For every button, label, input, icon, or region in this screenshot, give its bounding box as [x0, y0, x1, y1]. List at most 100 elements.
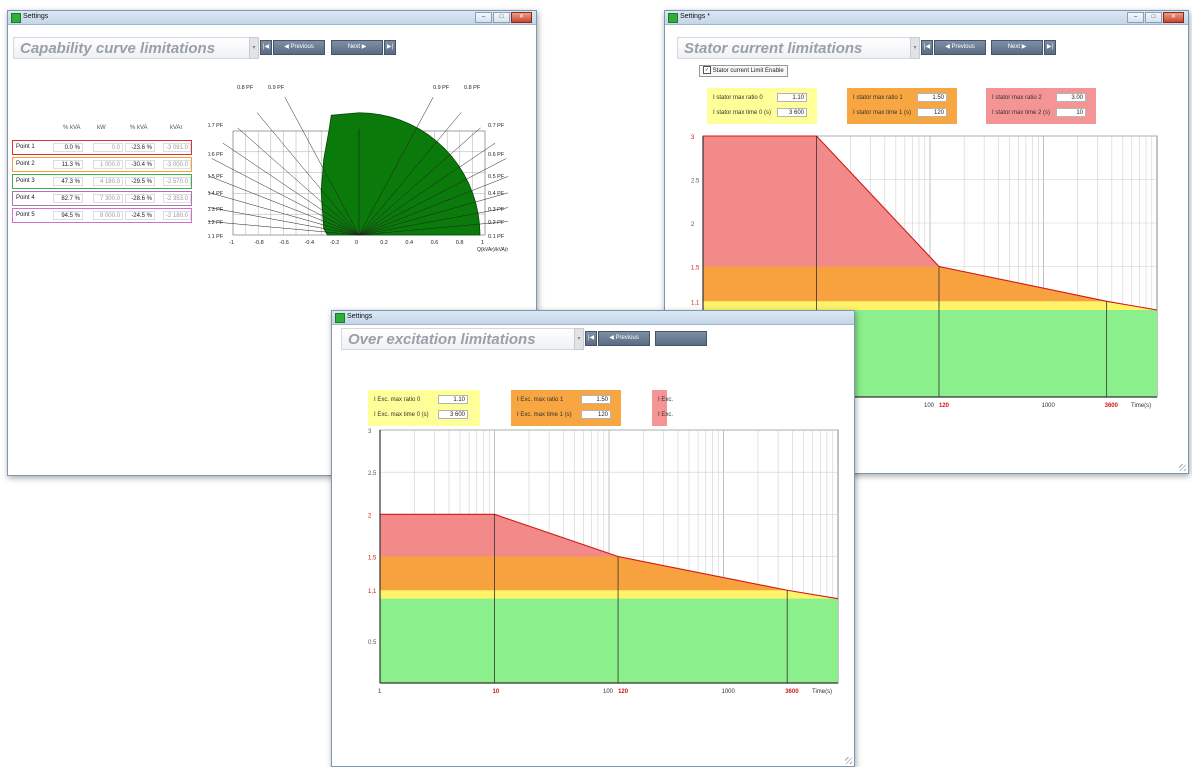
x-axis-label: Q(kVAr)/kVA(n)	[477, 247, 508, 253]
stator-limit-checkbox-row[interactable]: ✓ Stator current Limit Enable	[699, 65, 788, 77]
page-dropdown[interactable]: ▾	[249, 37, 259, 59]
first-page-button[interactable]: |◀	[921, 40, 933, 55]
window-title: Settings *	[680, 13, 710, 20]
limit-parameter-panel: I Exc. max ratio 1 I Exc. max time 1 (s) 1…	[511, 390, 621, 426]
last-page-button[interactable]: ▶|	[384, 40, 396, 55]
maximize-button[interactable]: □	[493, 12, 510, 23]
time-input[interactable]: 10	[1056, 108, 1086, 117]
point-value-field[interactable]: -2 353.0	[163, 194, 191, 203]
page-title: Over excitation limitations	[348, 331, 536, 348]
point-value-field[interactable]: -30.4 %	[125, 160, 155, 169]
titlebar: Settings	[332, 311, 854, 325]
last-page-button[interactable]: ▶|	[1044, 40, 1056, 55]
next-button-label: Next	[347, 44, 361, 50]
ratio-input[interactable]: 1.10	[777, 93, 807, 102]
previous-button[interactable]: ◀ Previous	[598, 331, 650, 346]
point-value-field[interactable]: 0.0	[93, 143, 123, 152]
x-tick-label: 0.6	[431, 240, 439, 246]
page-heading-box: Stator current limitations	[677, 37, 911, 59]
point-value-field[interactable]: -24.5 %	[125, 211, 155, 220]
y-tick-label: 3	[368, 429, 372, 435]
point-value-field[interactable]: 1 000.0	[93, 160, 123, 169]
time-label: I Exc. max time 1 (s)	[517, 412, 572, 418]
x-tick-label: 120	[618, 689, 629, 695]
x-tick-label: 1	[378, 689, 382, 695]
capability-chart: 0.8 PF 0.9 PF 0.9 PF 0.8 PF 0.7 PF 0.6 PF 0.5 …	[208, 85, 508, 253]
previous-button-label: Previous	[615, 335, 639, 341]
next-arrow-icon: ▶	[360, 44, 367, 50]
time-label: I stator max time 0 (s)	[713, 110, 772, 116]
previous-button[interactable]: ◀ Previous	[273, 40, 325, 55]
point-name: Point 3	[16, 178, 35, 184]
app-icon	[11, 13, 21, 23]
excitation-limit-chart: 3 2.5 2 1.5 1,1 0.5 1 10 100 120 1000 3600 Time(s)	[368, 429, 839, 695]
point-name: Point 5	[16, 212, 35, 218]
time-label: I stator max time 2 (s)	[992, 110, 1051, 116]
resize-grip[interactable]	[1179, 464, 1186, 471]
ratio-label: I stator max ratio 0	[713, 95, 763, 101]
point-value-field[interactable]: 8 000.0	[93, 211, 123, 220]
first-page-button[interactable]: |◀	[585, 331, 597, 346]
limit-parameter-panel: I Exc. I Exc.	[652, 390, 673, 426]
point-value-field[interactable]: -28.6 %	[125, 194, 155, 203]
next-button-label: Next	[1007, 44, 1021, 50]
point-value-field[interactable]: 11.3 %	[53, 160, 83, 169]
point-value-field[interactable]: -2 180.0	[163, 211, 191, 220]
checkbox-icon[interactable]: ✓	[703, 66, 711, 75]
point-value-field[interactable]: -29.5 %	[125, 177, 155, 186]
ratio-label: I Exc. max ratio 1	[517, 397, 564, 403]
ratio-input[interactable]: 1.10	[438, 395, 468, 404]
page-heading-box: Over excitation limitations	[341, 328, 575, 350]
point-value-field[interactable]: 47.3 %	[53, 177, 83, 186]
close-button[interactable]: ✕	[1163, 12, 1184, 23]
point-value-field[interactable]: 82.7 %	[53, 194, 83, 203]
page-dropdown[interactable]: ▾	[910, 37, 920, 59]
y-tick-label: 2	[691, 222, 695, 228]
pf-label: 0.1 PF	[208, 234, 224, 240]
x-tick-label: -0.2	[330, 240, 339, 246]
ratio-input[interactable]: 3.00	[1056, 93, 1086, 102]
time-input[interactable]: 3 600	[777, 108, 807, 117]
y-tick-label: 2.5	[691, 179, 700, 185]
point-value-field[interactable]: 7 300.0	[93, 194, 123, 203]
point-value-field[interactable]: -23.6 %	[125, 143, 155, 152]
previous-button[interactable]: ◀ Previous	[934, 40, 986, 55]
limit-parameter-panel: I Exc. max ratio 0 I Exc. max time 0 (s) 1…	[368, 390, 480, 426]
ratio-input[interactable]: 1.50	[581, 395, 611, 404]
titlebar: Settings * – □ ✕	[665, 11, 1188, 25]
time-input[interactable]: 3 600	[438, 410, 468, 419]
page-heading-box: Capability curve limitations	[13, 37, 250, 59]
y-tick-label: 3	[691, 135, 695, 141]
point-value-field[interactable]: 0.0 %	[53, 143, 83, 152]
ratio-label: I Exc. max ratio 0	[374, 397, 421, 403]
maximize-button[interactable]: □	[1145, 12, 1162, 23]
point-name: Point 4	[16, 195, 35, 201]
limit-parameter-panel: I stator max ratio 1 I stator max time 1 …	[847, 88, 957, 124]
time-input[interactable]: 120	[917, 108, 947, 117]
resize-grip[interactable]	[845, 757, 852, 764]
minimize-button[interactable]: –	[475, 12, 492, 23]
point-value-field[interactable]: -3 091.0	[163, 143, 191, 152]
window-title: Settings	[23, 13, 49, 20]
ratio-input[interactable]: 1.50	[917, 93, 947, 102]
points-table: % kVA kW % kVA kVAr Point 1 0.0 % 0.0 -23.6…	[12, 125, 194, 223]
y-tick-label: 1,1	[368, 589, 377, 595]
time-label: I stator max time 1 (s)	[853, 110, 912, 116]
minimize-button[interactable]: –	[1127, 12, 1144, 23]
page-dropdown[interactable]: ▾	[574, 328, 584, 350]
point-value-field[interactable]: 94.5 %	[53, 211, 83, 220]
point-value-field[interactable]: -2 570.0	[163, 177, 191, 186]
time-input[interactable]: 120	[581, 410, 611, 419]
pf-label: 0.3 PF	[488, 207, 505, 213]
excitation-window: Settings Over excitation limitations ▾ |…	[331, 310, 855, 767]
next-button[interactable]: Next ▶	[991, 40, 1043, 55]
next-button[interactable]	[655, 331, 707, 346]
point-value-field[interactable]: -3 000.0	[163, 160, 191, 169]
next-button[interactable]: Next ▶	[331, 40, 383, 55]
window-content: Over excitation limitations ▾ |◀ ◀ Previ…	[332, 325, 854, 766]
close-button[interactable]: ✕	[511, 12, 532, 23]
point-value-field[interactable]: 4 180.0	[93, 177, 123, 186]
checkbox-label: Stator current Limit Enable	[712, 68, 784, 74]
first-page-button[interactable]: |◀	[260, 40, 272, 55]
x-tick-label: 0.2	[380, 240, 388, 246]
